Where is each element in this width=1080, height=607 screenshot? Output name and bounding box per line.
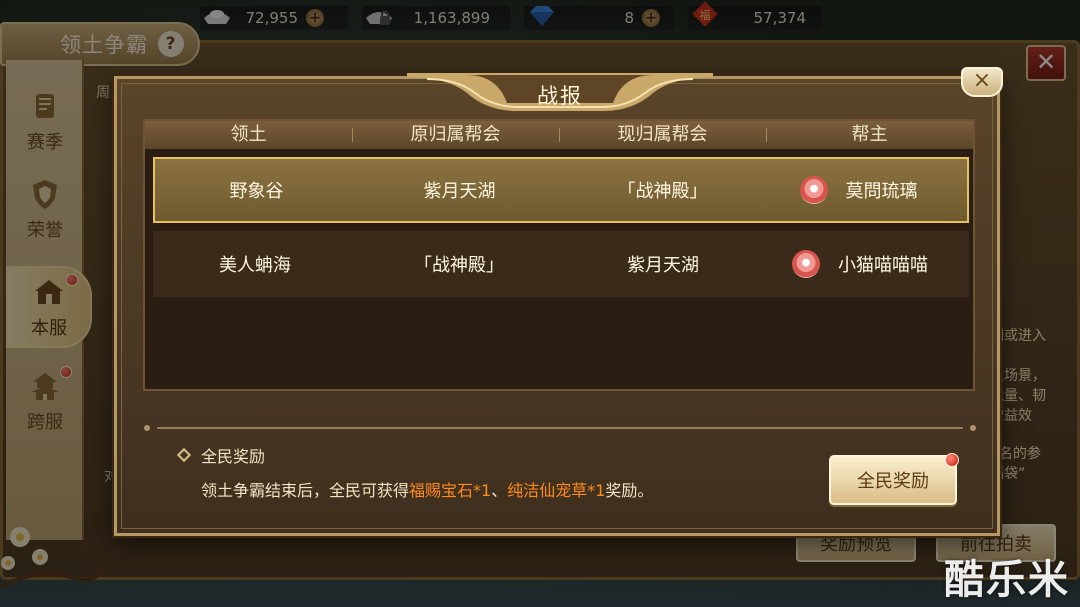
cell-original-guild: 「战神殿」 — [414, 255, 504, 276]
cell-current-guild: 紫月天湖 — [627, 255, 699, 276]
reward-item-gem: 福赐宝石*1 — [409, 481, 492, 500]
reward-desc-suffix: 奖励。 — [605, 481, 654, 500]
cell-original-guild: 紫月天湖 — [423, 181, 496, 202]
cell-territory: 野象谷 — [229, 181, 284, 202]
battle-report-modal: 战报 × 领土 原归属帮会 现归属帮会 帮主 野象谷 紫月天湖 「战神殿」 莫問… — [114, 67, 1003, 536]
cell-leader: 小猫喵喵喵 — [765, 250, 969, 278]
table-row[interactable]: 野象谷 紫月天湖 「战神殿」 莫問琉璃 — [153, 157, 969, 223]
modal-title: 战报 — [537, 84, 583, 108]
modal-close-button[interactable]: × — [961, 67, 1003, 97]
reward-section-title: 全民奖励 — [176, 443, 266, 467]
leader-name: 小猫喵喵喵 — [838, 255, 928, 276]
column-header-current-guild: 现归属帮会 — [559, 121, 766, 149]
reward-description: 领土争霸结束后，全民可获得福赐宝石*1、纯洁仙宠草*1奖励。 — [201, 477, 653, 501]
battle-report-table: 领土 原归属帮会 现归属帮会 帮主 野象谷 紫月天湖 「战神殿」 莫問琉璃 美人… — [143, 119, 975, 391]
reward-item-herb: 纯洁仙宠草*1 — [507, 481, 606, 500]
diamond-bullet-icon — [176, 447, 192, 463]
reward-desc-prefix: 领土争霸结束后，全民可获得 — [201, 481, 410, 500]
reward-button-label: 全民奖励 — [857, 471, 929, 492]
column-header-original-guild: 原归属帮会 — [352, 121, 559, 149]
ornament-divider — [144, 425, 976, 431]
reward-desc-separator: 、 — [491, 481, 508, 500]
reward-title-text: 全民奖励 — [201, 447, 266, 466]
column-header-leader: 帮主 — [766, 121, 973, 149]
notification-dot — [945, 453, 959, 467]
table-row[interactable]: 美人蚺海 「战神殿」 紫月天湖 小猫喵喵喵 — [153, 231, 969, 297]
cell-current-guild: 「战神殿」 — [617, 181, 708, 202]
cell-territory: 美人蚺海 — [219, 255, 291, 276]
table-header: 领土 原归属帮会 现归属帮会 帮主 — [145, 121, 973, 149]
column-header-territory: 领土 — [230, 124, 267, 145]
modal-title-banner: 战报 — [407, 73, 713, 117]
universal-reward-button[interactable]: 全民奖励 — [829, 453, 959, 505]
cell-leader: 莫問琉璃 — [764, 176, 967, 204]
site-watermark: 酷乐米 — [944, 557, 1070, 603]
leader-avatar-icon — [792, 250, 820, 278]
leader-avatar-icon — [799, 176, 828, 204]
leader-name: 莫問琉璃 — [845, 181, 918, 202]
